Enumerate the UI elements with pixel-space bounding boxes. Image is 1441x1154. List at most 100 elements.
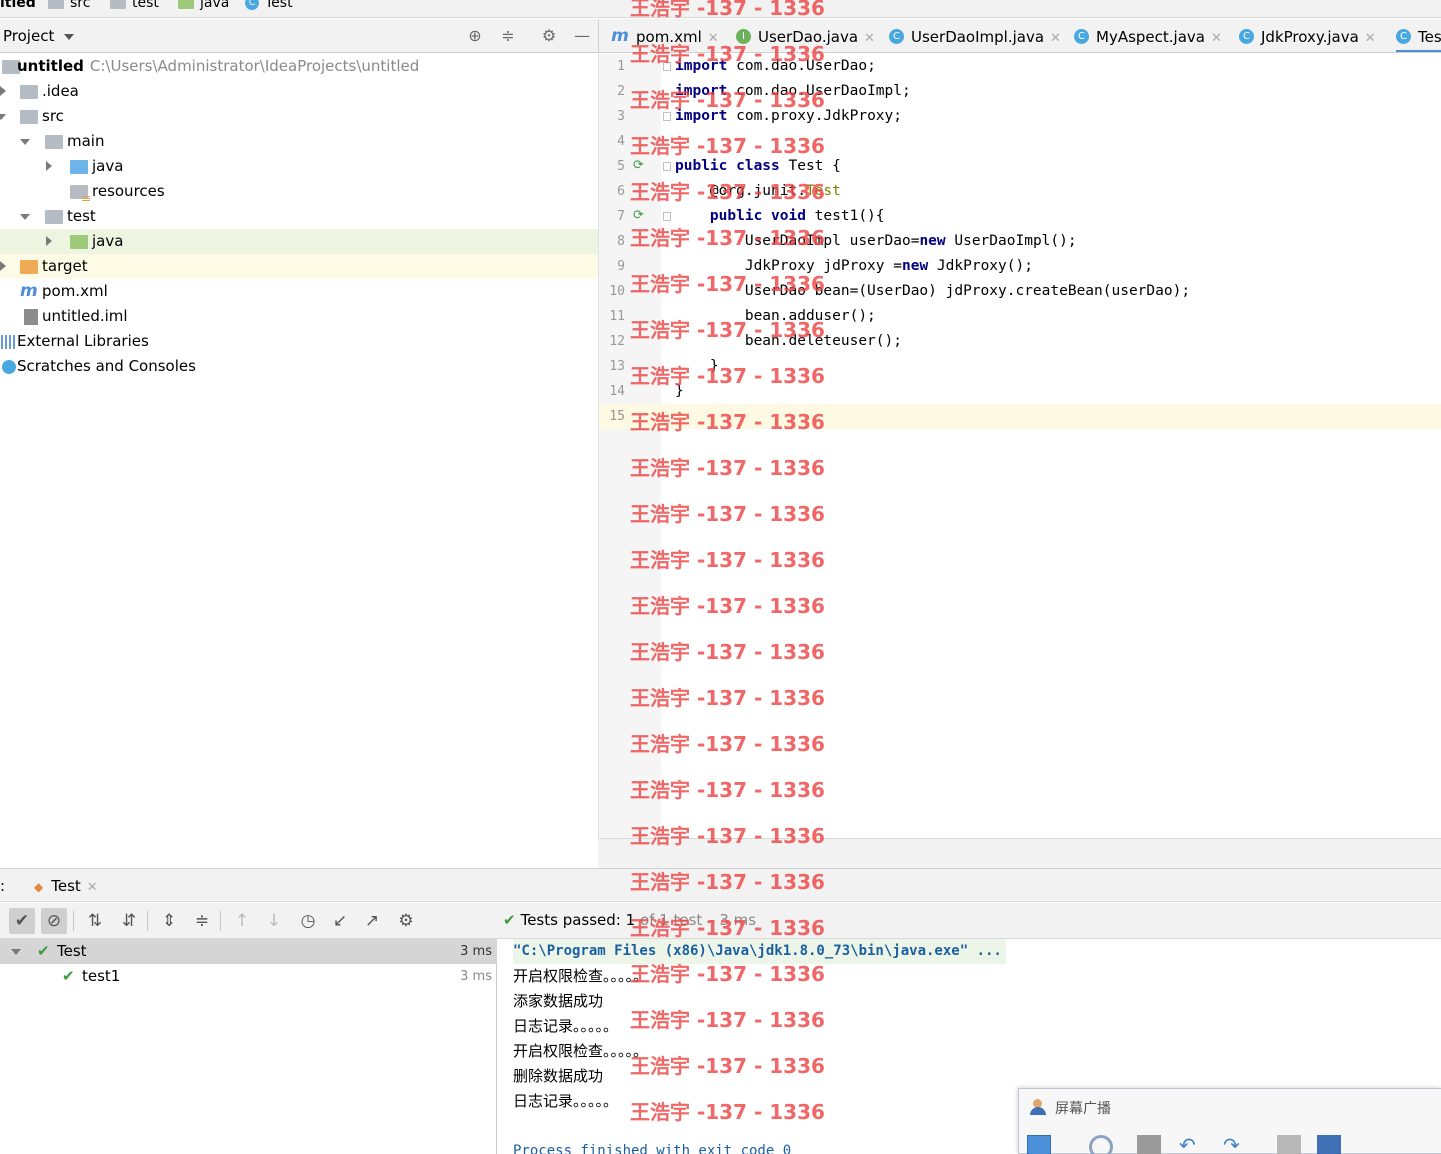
breadcrumb-test-class[interactable]: C Test: [245, 0, 293, 11]
editor-status-strip: [598, 838, 1441, 868]
breadcrumb-src[interactable]: src: [48, 0, 90, 11]
close-icon[interactable]: ✕: [1211, 31, 1222, 46]
monitor-icon[interactable]: [1317, 1135, 1341, 1154]
gear-icon[interactable]: ⚙: [540, 27, 558, 45]
run-tab-test[interactable]: ◆ Test ✕: [30, 869, 102, 903]
chevron-down-icon[interactable]: [64, 34, 74, 40]
console-line: 删除数据成功: [513, 1067, 604, 1085]
collapse-all-icon[interactable]: ≑: [189, 908, 215, 934]
folder-icon: [48, 0, 64, 9]
chevron-right-icon[interactable]: [0, 261, 6, 271]
code-line: }: [675, 383, 684, 399]
line-number: 11: [609, 309, 625, 324]
line-number: 4: [617, 134, 625, 149]
fold-icon[interactable]: [663, 112, 671, 121]
tree-item-test[interactable]: test: [0, 204, 598, 229]
tool-icon[interactable]: [1277, 1135, 1301, 1154]
test-results-tree: ✔ Test 3 ms ✔ test1 3 ms: [0, 939, 497, 1154]
tree-item-src[interactable]: src: [0, 104, 598, 129]
next-failed-icon[interactable]: ↓: [261, 908, 287, 934]
show-ignored-icon[interactable]: ⊘: [41, 908, 67, 934]
tab-userdao[interactable]: I UserDao.java ✕: [736, 19, 875, 52]
hide-icon[interactable]: —: [573, 27, 591, 45]
pointer-icon[interactable]: [1027, 1135, 1051, 1154]
tree-item-scratches[interactable]: Scratches and Consoles: [0, 354, 598, 379]
close-icon[interactable]: ✕: [864, 31, 875, 46]
show-passed-icon[interactable]: ✔: [9, 908, 35, 934]
library-icon: [1, 335, 15, 349]
breadcrumb-test[interactable]: test: [110, 0, 159, 11]
code-editor[interactable]: 1 2 3 4 5 6 7 8 9 10 11 12 13 14 15 ⟳ ⟳ …: [598, 54, 1441, 838]
locate-icon[interactable]: ⊕: [466, 27, 484, 45]
save-icon[interactable]: [1137, 1135, 1161, 1154]
import-tests-icon[interactable]: ↙: [327, 908, 353, 934]
chevron-down-icon[interactable]: [0, 114, 6, 120]
code-line: }: [675, 358, 719, 374]
breadcrumb-java[interactable]: java: [178, 0, 229, 11]
chevron-right-icon[interactable]: [0, 86, 6, 96]
collapse-all-icon[interactable]: ≑: [499, 27, 517, 45]
zoom-icon[interactable]: [1089, 1135, 1113, 1154]
screen-broadcast-window[interactable]: 屏幕广播 ↶ ↷: [1018, 1088, 1441, 1154]
source-folder-icon: [70, 160, 88, 174]
sort-duration-icon[interactable]: ⇵: [116, 908, 142, 934]
maven-icon: m: [611, 26, 629, 46]
chevron-right-icon[interactable]: [46, 236, 52, 246]
close-icon[interactable]: ✕: [708, 31, 719, 46]
code-line: UserDaoImpl userDao=new UserDaoImpl();: [675, 233, 1077, 249]
code-line: JdkProxy jdProxy =new JdkProxy();: [675, 258, 1033, 274]
tab-userdaoimpl[interactable]: C UserDaoImpl.java ✕: [889, 19, 1061, 52]
export-tests-icon[interactable]: ↗: [359, 908, 385, 934]
tree-item-main[interactable]: main: [0, 129, 598, 154]
maven-icon: m: [20, 281, 38, 301]
close-icon[interactable]: ✕: [1365, 31, 1376, 46]
tab-test[interactable]: C Tes: [1396, 19, 1441, 52]
code-line: @org.junit.Test: [675, 183, 841, 199]
tab-jdkproxy[interactable]: C JdkProxy.java ✕: [1239, 19, 1376, 52]
redo-icon[interactable]: ↷: [1223, 1135, 1247, 1154]
chevron-down-icon[interactable]: [20, 139, 30, 145]
tab-pom-xml[interactable]: m pom.xml ✕: [611, 19, 719, 52]
test-node-test1[interactable]: ✔ test1 3 ms: [0, 964, 497, 989]
test-node-suite[interactable]: ✔ Test 3 ms: [0, 939, 497, 964]
close-icon[interactable]: ✕: [1050, 31, 1061, 46]
tree-item-untitled[interactable]: untitled C:\Users\Administrator\IdeaProje…: [0, 54, 598, 79]
test-folder-icon: [70, 235, 88, 249]
previous-failed-icon[interactable]: ↑: [229, 908, 255, 934]
folder-icon: [20, 110, 38, 124]
project-tree: untitled C:\Users\Administrator\IdeaProje…: [0, 54, 598, 866]
run-test-icon[interactable]: ⟳: [633, 159, 647, 173]
gear-icon[interactable]: ⚙: [393, 908, 419, 934]
run-test-icon[interactable]: ⟳: [633, 209, 647, 223]
excluded-folder-icon: [20, 260, 38, 274]
test-folder-icon: [178, 0, 194, 9]
fold-icon[interactable]: [663, 162, 671, 171]
close-icon[interactable]: ✕: [87, 880, 98, 895]
chevron-down-icon[interactable]: [20, 214, 30, 220]
expand-all-icon[interactable]: ⇕: [156, 908, 182, 934]
tree-item-test-java[interactable]: java: [0, 229, 598, 254]
code-line: bean.deleteuser();: [675, 333, 902, 349]
console-line: 开启权限检查。。。。。: [513, 967, 649, 985]
chevron-right-icon[interactable]: [46, 161, 52, 171]
fold-icon[interactable]: [663, 212, 671, 221]
tree-item-main-java[interactable]: java: [0, 154, 598, 179]
breadcrumb-project[interactable]: itled: [0, 0, 36, 11]
undo-icon[interactable]: ↶: [1179, 1135, 1203, 1154]
project-view-selector[interactable]: Project: [3, 27, 54, 45]
console-line: 开启权限检查。。。。。: [513, 1042, 649, 1060]
history-icon[interactable]: ◷: [295, 908, 321, 934]
tree-item-idea[interactable]: .idea: [0, 79, 598, 104]
fold-icon[interactable]: [663, 62, 671, 71]
tree-item-resources[interactable]: resources: [0, 179, 598, 204]
tree-item-pom[interactable]: m pom.xml: [0, 279, 598, 304]
tree-item-target[interactable]: target: [0, 254, 598, 279]
chevron-down-icon[interactable]: [11, 949, 21, 955]
sort-alpha-icon[interactable]: ⇅: [82, 908, 108, 934]
tree-item-iml[interactable]: untitled.iml: [0, 304, 598, 329]
user-icon: [1029, 1099, 1047, 1115]
console-line: 日志记录。。。。。: [513, 1092, 619, 1110]
tree-item-external-libraries[interactable]: External Libraries: [0, 329, 598, 354]
folder-icon: [20, 85, 38, 99]
tab-myaspect[interactable]: C MyAspect.java ✕: [1074, 19, 1222, 52]
